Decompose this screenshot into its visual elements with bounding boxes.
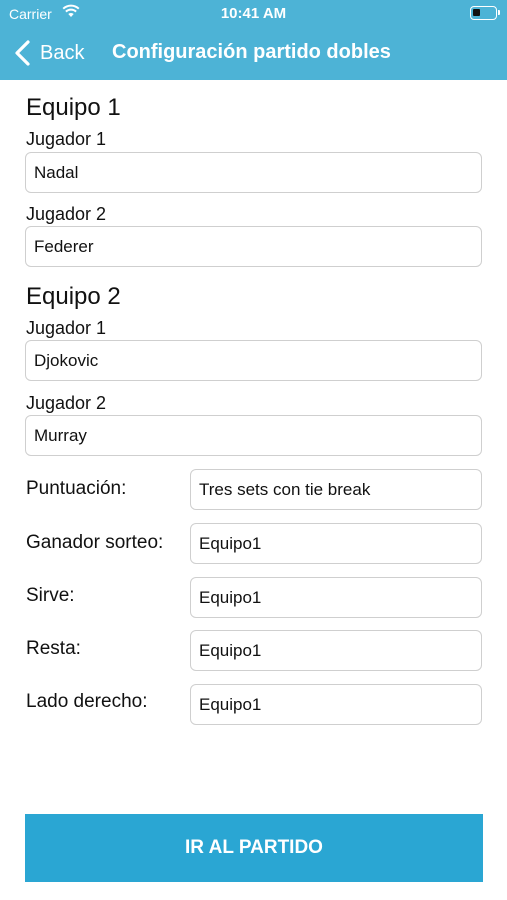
team2-player1-field[interactable] (25, 340, 482, 381)
team2-title: Equipo 2 (26, 283, 121, 310)
serves-label: Sirve: (26, 585, 75, 606)
team1-player2-field[interactable] (25, 226, 482, 267)
right-side-field[interactable] (190, 684, 482, 725)
page-title: Configuración partido dobles (112, 41, 391, 63)
toss-winner-field[interactable] (190, 523, 482, 564)
battery-icon (470, 6, 500, 20)
back-button[interactable]: Back (12, 38, 84, 68)
status-bar: Carrier 10:41 AM (0, 0, 507, 26)
team1-player1-field[interactable] (25, 152, 482, 193)
returns-field[interactable] (190, 630, 482, 671)
scoring-field[interactable] (190, 469, 482, 510)
team2-player2-field[interactable] (25, 415, 482, 456)
right-side-label: Lado derecho: (26, 691, 148, 712)
team1-player2-label: Jugador 2 (26, 204, 107, 224)
team1-title: Equipo 1 (26, 94, 121, 121)
battery-level (473, 9, 480, 16)
scoring-label: Puntuación: (26, 478, 127, 499)
chevron-left-icon (15, 40, 30, 66)
team2-player2-label: Jugador 2 (26, 393, 107, 413)
toss-winner-label: Ganador sorteo: (26, 532, 164, 553)
go-to-match-button[interactable]: IR AL PARTIDO (25, 814, 483, 882)
team2-player1-label: Jugador 1 (26, 318, 107, 338)
serves-field[interactable] (190, 577, 482, 618)
back-label: Back (40, 41, 85, 64)
status-time: 10:41 AM (220, 5, 287, 22)
returns-label: Resta: (26, 638, 81, 659)
team1-player1-label: Jugador 1 (26, 129, 107, 149)
nav-header: Carrier 10:41 AM Back Configuración part… (0, 0, 507, 80)
